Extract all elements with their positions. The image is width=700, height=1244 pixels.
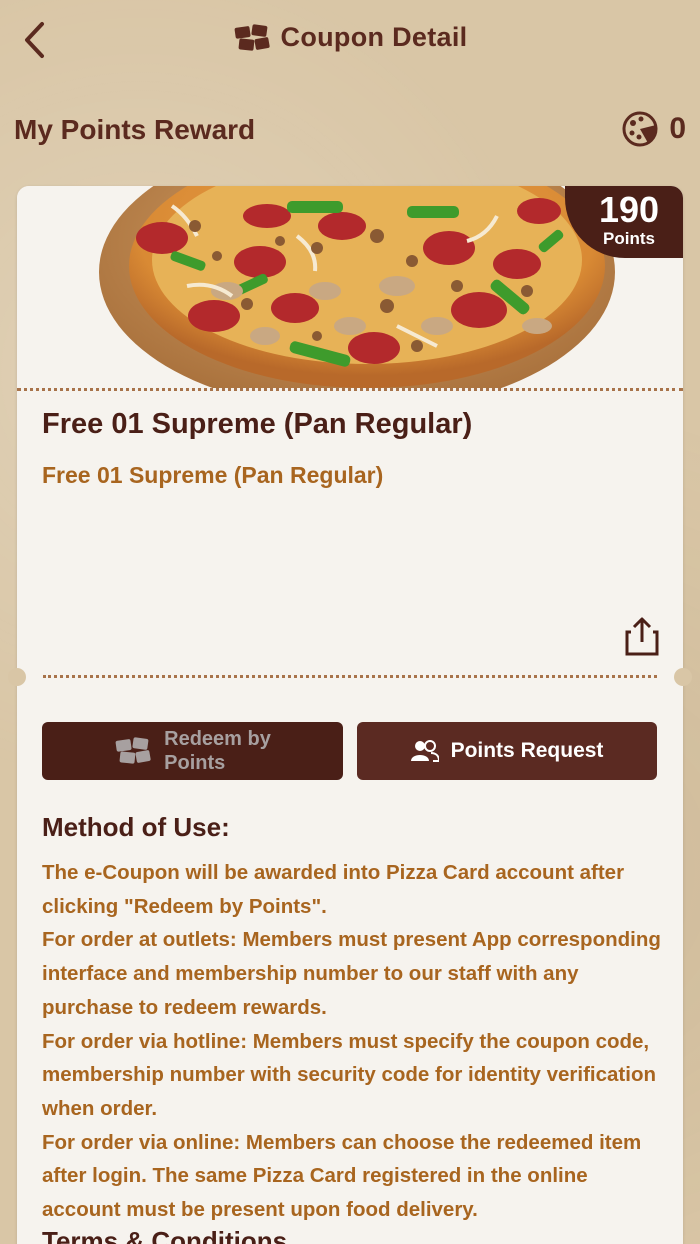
card-notch-right [674, 668, 692, 686]
coupon-icon [115, 737, 151, 764]
share-button[interactable] [625, 616, 659, 656]
points-cost-label: Points [603, 229, 655, 248]
coupon-subtitle: Free 01 Supreme (Pan Regular) [42, 462, 384, 488]
share-icon [625, 617, 659, 656]
section-header: My Points Reward 0 [0, 106, 700, 156]
method-description: The e-Coupon will be awarded into Pizza … [42, 856, 662, 1227]
divider-top [17, 388, 683, 391]
method-paragraph: The e-Coupon will be awarded into Pizza … [42, 861, 625, 918]
page-title: Coupon Detail [0, 22, 700, 53]
top-bar: Coupon Detail [0, 0, 700, 86]
page-title-text: Coupon Detail [280, 22, 468, 52]
coupon-icon [234, 23, 270, 51]
points-request-label: Points Request [450, 739, 604, 762]
card-notch-left [8, 668, 26, 686]
coupon-image: 190 Points [17, 186, 683, 388]
coupon-card: 190 Points Free 01 Supreme (Pan Regular)… [17, 186, 683, 1244]
users-icon [410, 740, 439, 762]
points-cost-badge: 190 Points [565, 186, 683, 258]
method-paragraph: For order at outlets: Members must prese… [42, 928, 661, 1019]
pizza-points-icon [622, 111, 658, 147]
method-paragraph: For order via hotline: Members must spec… [42, 1029, 656, 1120]
points-cost-value: 190 [598, 189, 660, 230]
redeem-by-points-button[interactable]: Redeem by Points [42, 722, 343, 780]
coupon-title: Free 01 Supreme (Pan Regular) [42, 408, 473, 440]
terms-heading: Terms & Conditions [42, 1226, 288, 1244]
points-request-button[interactable]: Points Request [357, 722, 657, 780]
method-heading: Method of Use: [42, 812, 230, 842]
redeem-label-line2: Points [164, 752, 226, 774]
method-paragraph: For order via online: Members can choose… [42, 1130, 642, 1222]
points-balance: 0 [621, 110, 686, 148]
divider-middle [43, 675, 657, 678]
redeem-label-line1: Redeem by [164, 728, 271, 750]
section-title: My Points Reward [14, 114, 256, 145]
points-count: 0 [669, 112, 686, 145]
